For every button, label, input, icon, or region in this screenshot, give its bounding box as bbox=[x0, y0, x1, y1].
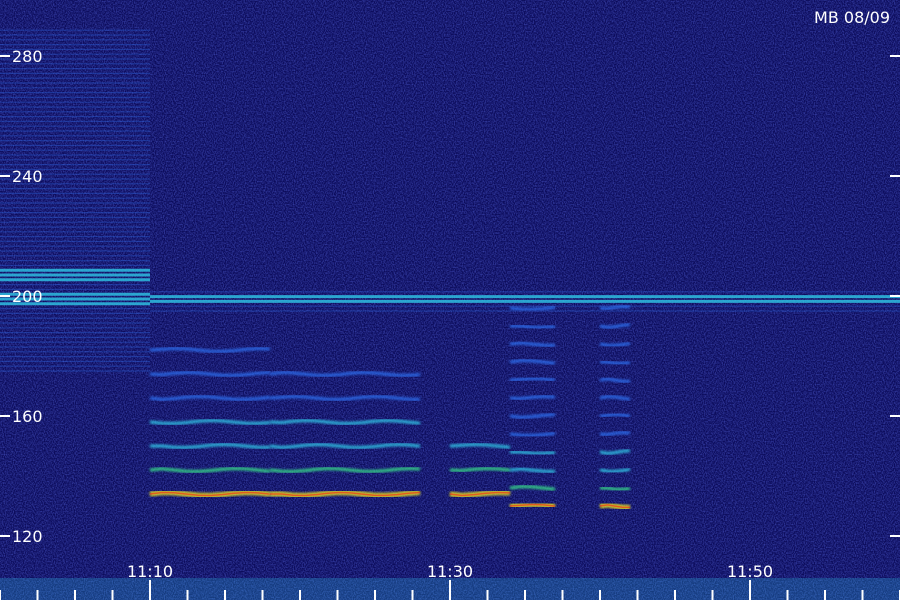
x-tick-label: 11:30 bbox=[427, 562, 473, 581]
y-tick-label: 200 bbox=[12, 287, 43, 306]
chart-title: MB 08/09 bbox=[814, 8, 890, 27]
y-tick-label: 240 bbox=[12, 167, 43, 186]
harmonic-line bbox=[509, 324, 556, 329]
x-tick-label: 11:50 bbox=[727, 562, 773, 581]
harmonic-line bbox=[599, 360, 631, 365]
y-tick-label: 280 bbox=[12, 47, 43, 66]
y-tick-label: 120 bbox=[12, 527, 43, 546]
harmonic-line bbox=[509, 376, 556, 382]
harmonic-line bbox=[509, 450, 556, 455]
y-tick-label: 160 bbox=[12, 407, 43, 426]
harmonic-line bbox=[599, 486, 631, 491]
spectrogram-chart: 120 160 200 240 280 11:10 11:30 11:50 MB 08/09 bbox=[0, 0, 900, 600]
x-tick-label: 11:10 bbox=[127, 562, 173, 581]
harmonic-line bbox=[149, 370, 271, 377]
harmonic-line bbox=[599, 412, 631, 418]
